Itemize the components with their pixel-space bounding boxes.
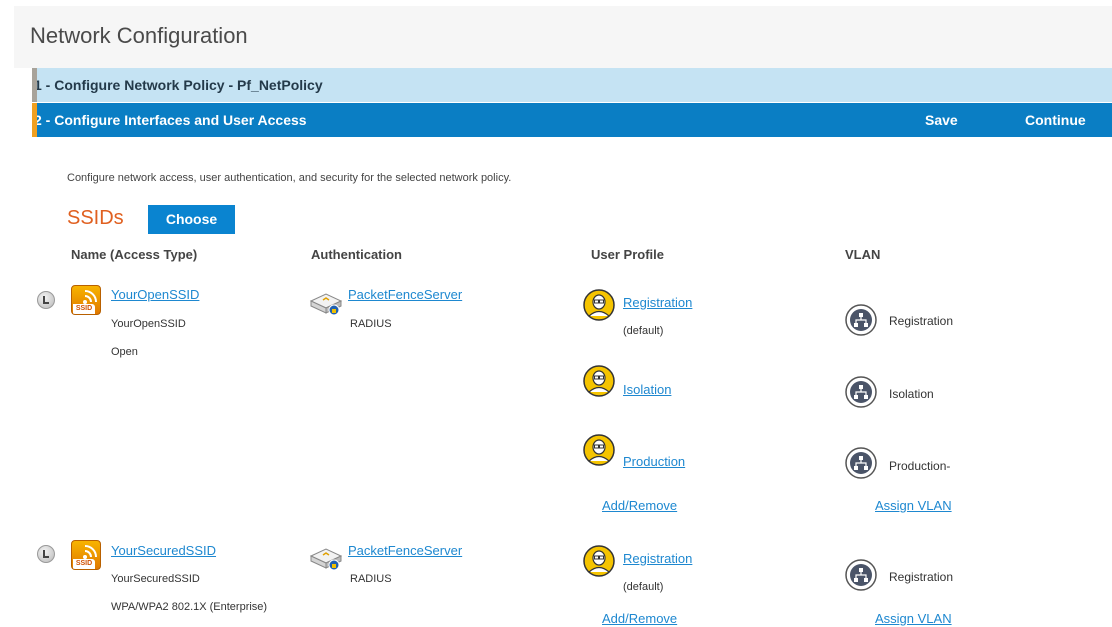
step-1-marker [32,68,37,102]
add-remove-profiles-link[interactable]: Add/Remove [602,498,677,513]
profile-link-registration[interactable]: Registration [623,551,692,566]
choose-ssid-button[interactable]: Choose [148,205,235,234]
select-ssid-radio[interactable] [37,545,55,563]
ssid-name-link[interactable]: YourOpenSSID [111,287,199,302]
profile-link-registration[interactable]: Registration [623,295,692,310]
column-header-name: Name (Access Type) [71,247,198,262]
user-profile-icon [583,545,615,577]
step-1-label: 1 - Configure Network Policy - Pf_NetPol… [34,77,323,93]
column-header-vlan: VLAN [845,247,881,262]
profile-default-note: (default) [623,581,664,593]
page-title: Network Configuration [30,23,248,48]
add-remove-profiles-link[interactable]: Add/Remove [602,611,677,626]
vlan-label: Isolation [889,387,934,401]
ssid-wifi-icon: SSID [71,285,101,315]
ssid-access-type: WPA/WPA2 802.1X (Enterprise) [111,601,268,613]
profile-link-isolation[interactable]: Isolation [623,382,671,397]
user-profile-icon [583,289,615,321]
assign-vlan-link[interactable]: Assign VLAN [875,611,952,626]
ssid-access-type: Open [111,346,138,358]
step-1-header[interactable]: 1 - Configure Network Policy - Pf_NetPol… [32,68,1112,102]
network-vlan-icon [845,447,877,479]
step-2-label: 2 - Configure Interfaces and User Access [34,112,307,128]
radius-server-icon [309,548,343,571]
user-profile-icon [583,434,615,466]
ssid-name: YourOpenSSID [111,318,186,330]
page-description: Configure network access, user authentic… [67,172,512,184]
auth-server-link[interactable]: PacketFenceServer [348,543,462,558]
column-header-user-profile: User Profile [591,247,664,262]
column-header-authentication: Authentication [311,247,402,262]
auth-type: RADIUS [350,318,392,330]
profile-link-production[interactable]: Production [623,454,685,469]
save-button[interactable]: Save [925,103,958,137]
continue-button[interactable]: Continue [1025,103,1086,137]
network-vlan-icon [845,304,877,336]
ssid-name: YourSecuredSSID [111,573,200,585]
auth-type: RADIUS [350,573,392,585]
user-profile-icon [583,365,615,397]
vlan-label: Registration [889,314,954,328]
profile-default-note: (default) [623,325,664,337]
vlan-label: Production- [889,459,951,473]
assign-vlan-link[interactable]: Assign VLAN [875,498,952,513]
step-2-marker [32,103,37,137]
ssids-section-title: SSIDs [67,207,124,229]
network-vlan-icon [845,559,877,591]
page-header: Network Configuration [14,6,1112,68]
step-2-header[interactable]: 2 - Configure Interfaces and User Access… [32,103,1112,137]
ssid-name-link[interactable]: YourSecuredSSID [111,543,216,558]
select-ssid-radio[interactable] [37,291,55,309]
auth-server-link[interactable]: PacketFenceServer [348,287,462,302]
radius-server-icon [309,293,343,316]
vlan-label: Registration [889,570,954,584]
ssid-wifi-icon: SSID [71,540,101,570]
network-vlan-icon [845,376,877,408]
